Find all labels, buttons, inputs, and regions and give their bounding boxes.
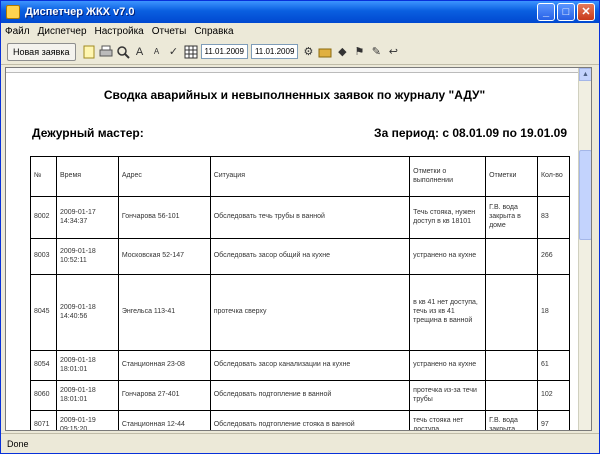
cell-completion: протечка из-за течи трубы xyxy=(409,380,487,411)
cell-situation: Обследовать засор общий на кухне xyxy=(209,238,411,275)
pin-icon[interactable]: ◆ xyxy=(335,44,349,60)
period-label: За период: с 08.01.09 по 19.01.09 xyxy=(374,126,567,140)
report-page: Сводка аварийных и невыполненных заявок … xyxy=(12,74,577,430)
gear-icon[interactable]: ⚙ xyxy=(301,44,315,60)
cell-number: 8003 xyxy=(30,238,57,275)
cell-time: 2009-01-18 14:40:56 xyxy=(55,274,119,351)
cell-count: 61 xyxy=(536,350,571,381)
cell-number: 8002 xyxy=(30,196,57,239)
table-header-row: № Время Адрес Ситуация Отметки о выполне… xyxy=(30,156,571,197)
exit-icon[interactable]: ↩ xyxy=(386,44,400,60)
scroll-up-arrow-icon[interactable]: ▲ xyxy=(579,68,591,81)
cell-number: 8045 xyxy=(30,274,57,351)
maximize-button[interactable]: □ xyxy=(557,3,575,21)
cell-situation: протечка сверху xyxy=(209,274,411,351)
date-to-field[interactable]: 11.01.2009 xyxy=(250,44,299,59)
tools-icon[interactable]: ✎ xyxy=(369,44,383,60)
cell-completion: в кв 41 нет доступа, течь из кв 41 трещи… xyxy=(409,274,487,351)
cell-count: 266 xyxy=(536,238,571,275)
menu-bar: Файл Диспетчер Настройка Отчеты Справка xyxy=(1,23,599,39)
cell-completion: устранено на кухне xyxy=(409,350,487,381)
table-row: 8054 2009-01-18 18:01:01 Станционная 23-… xyxy=(30,350,571,381)
table-row: 8045 2009-01-18 14:40:56 Энгельса 113-41… xyxy=(30,274,571,351)
column-header-notes: Отметки xyxy=(485,156,538,197)
search-icon[interactable] xyxy=(116,44,130,60)
print-icon[interactable] xyxy=(99,44,113,60)
menu-help[interactable]: Справка xyxy=(194,26,233,37)
new-request-button[interactable]: Новая заявка xyxy=(7,42,76,61)
cell-time: 2009-01-17 14:34:37 xyxy=(55,196,119,239)
table-row: 8003 2009-01-18 10:52:11 Московская 52-1… xyxy=(30,238,571,275)
report-viewer[interactable]: Сводка аварийных и невыполненных заявок … xyxy=(5,67,592,431)
vertical-scrollbar[interactable]: ▲ xyxy=(578,68,591,430)
cell-number: 8060 xyxy=(30,380,57,411)
cell-address: Станционная 12-44 xyxy=(117,410,211,430)
grid-icon[interactable] xyxy=(184,44,198,60)
column-header-number: № xyxy=(30,156,57,197)
column-header-situation: Ситуация xyxy=(209,156,411,197)
font-larger-icon[interactable]: A xyxy=(133,44,147,60)
cell-notes xyxy=(485,380,538,411)
cell-situation: Обследовать засор канализации на кухне xyxy=(209,350,411,381)
minimize-button[interactable]: _ xyxy=(537,3,555,21)
report-table: № Время Адрес Ситуация Отметки о выполне… xyxy=(30,156,571,430)
cell-situation: Обследовать течь трубы в ванной xyxy=(209,196,411,239)
date-from-field[interactable]: 11.01.2009 xyxy=(200,44,248,59)
cell-count: 97 xyxy=(536,410,571,430)
cell-address: Станционная 23-08 xyxy=(117,350,211,381)
cell-count: 102 xyxy=(536,380,571,411)
cell-time: 2009-01-18 18:01:01 xyxy=(55,350,119,381)
column-header-time: Время xyxy=(55,156,119,197)
cell-count: 18 xyxy=(536,274,571,351)
table-row: 8071 2009-01-19 09:15:20 Станционная 12-… xyxy=(30,410,571,430)
cell-address: Гончарова 27-401 xyxy=(117,380,211,411)
scroll-thumb[interactable] xyxy=(579,150,591,240)
cell-completion: Течь стояка, нужен доступ в кв 18101 xyxy=(409,196,487,239)
cell-address: Московская 52-147 xyxy=(117,238,211,275)
close-button[interactable]: ✕ xyxy=(577,3,595,21)
cell-notes xyxy=(485,274,538,351)
cell-notes xyxy=(485,238,538,275)
report-title: Сводка аварийных и невыполненных заявок … xyxy=(103,88,486,102)
window-title: Диспетчер ЖКХ v7.0 xyxy=(25,6,135,18)
font-smaller-icon[interactable]: A xyxy=(150,44,164,60)
master-label: Дежурный мастер: xyxy=(32,126,144,140)
menu-file[interactable]: Файл xyxy=(5,26,30,37)
status-text: Done xyxy=(7,438,29,449)
cell-time: 2009-01-19 09:15:20 xyxy=(55,410,119,430)
cell-number: 8071 xyxy=(30,410,57,430)
cell-notes xyxy=(485,350,538,381)
check-icon[interactable]: ✓ xyxy=(167,44,181,60)
app-icon xyxy=(6,5,20,19)
folder-icon[interactable] xyxy=(318,44,332,60)
table-row: 8060 2009-01-18 18:01:01 Гончарова 27-40… xyxy=(30,380,571,411)
table-row: 8002 2009-01-17 14:34:37 Гончарова 56-10… xyxy=(30,196,571,239)
column-header-address: Адрес xyxy=(117,156,211,197)
cell-completion: устранено на кухне xyxy=(409,238,487,275)
cell-time: 2009-01-18 10:52:11 xyxy=(55,238,119,275)
column-header-count: Кол-во xyxy=(536,156,571,197)
menu-reports[interactable]: Отчеты xyxy=(152,26,187,37)
app-window: Диспетчер ЖКХ v7.0 _ □ ✕ Файл Диспетчер … xyxy=(0,0,600,454)
document-icon[interactable] xyxy=(82,44,96,60)
cell-notes: Г.В. вода закрыта xyxy=(485,410,538,430)
cell-situation: Обследовать подтопление в ванной xyxy=(209,380,411,411)
cell-address: Гончарова 56-101 xyxy=(117,196,211,239)
title-bar[interactable]: Диспетчер ЖКХ v7.0 _ □ ✕ xyxy=(1,1,599,23)
cell-time: 2009-01-18 18:01:01 xyxy=(55,380,119,411)
menu-settings[interactable]: Настройка xyxy=(95,26,144,37)
cell-notes: Г.В. вода закрыта в доме xyxy=(485,196,538,239)
cell-count: 83 xyxy=(536,196,571,239)
cell-situation: Обследовать подтопление стояка в ванной xyxy=(209,410,411,430)
cell-number: 8054 xyxy=(30,350,57,381)
toolbar: Новая заявка A A ✓ 11.01.2009 11.01.2009… xyxy=(1,39,599,65)
column-header-completion: Отметки о выполнении xyxy=(409,156,487,197)
cell-address: Энгельса 113-41 xyxy=(117,274,211,351)
flag-icon[interactable]: ⚑ xyxy=(352,44,366,60)
horizontal-ruler xyxy=(6,68,579,73)
menu-dispatcher[interactable]: Диспетчер xyxy=(38,26,87,37)
status-bar: Done xyxy=(1,433,599,453)
cell-completion: течь стояка нет доступа xyxy=(409,410,487,430)
